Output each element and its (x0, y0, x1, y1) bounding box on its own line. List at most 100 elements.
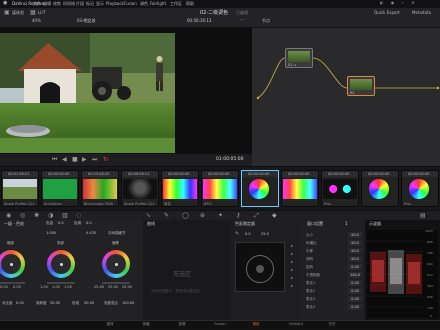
qualifier-value[interactable]: 0.0 (245, 232, 251, 237)
pivot-value[interactable]: 0.435 (86, 231, 96, 236)
gain-value-1[interactable]: 1.00 (40, 285, 48, 290)
clip-01[interactable]: 00:01:58:21 Apple ProRes 422 (1, 170, 39, 207)
skip-back-icon[interactable]: ⏮ (52, 157, 57, 163)
param-value[interactable]: 100.0 (348, 272, 362, 278)
menu-workspace[interactable]: 工作区 (170, 2, 182, 6)
menu-file[interactable]: 文件 (33, 2, 41, 6)
viewer-zoom[interactable]: 40% (32, 19, 41, 23)
page-fairlight[interactable]: Fairlight (282, 322, 310, 326)
page-edit[interactable]: 剪辑 (172, 322, 192, 327)
gain-master-slider[interactable] (47, 282, 75, 284)
lift-puck[interactable] (9, 262, 13, 266)
menu-timeline[interactable]: 时间线 (63, 2, 75, 6)
offset-master-slider[interactable] (102, 282, 130, 284)
lut-label[interactable]: LUT (38, 11, 45, 15)
bottom-value-2[interactable]: 50.00 (50, 301, 60, 306)
clip-08[interactable]: 00:00:00:00 (281, 170, 319, 207)
quick-export-button[interactable]: Quick Export (374, 11, 400, 15)
lift-value-2[interactable]: 0.00 (13, 285, 21, 290)
viewer[interactable] (0, 28, 252, 154)
gain-wheel[interactable] (47, 250, 75, 278)
page-deliver[interactable]: 交付 (322, 322, 342, 327)
clip-04[interactable]: 00:09:06:11 Apple ProRes 422 (121, 170, 159, 207)
curves-icon[interactable]: ∿ (146, 213, 151, 219)
clip-05[interactable]: 00:00:00:00 渐变 (161, 170, 199, 207)
menu-clip[interactable]: 片段 (76, 2, 84, 6)
viewer-options-icon[interactable]: ⋯ (240, 18, 245, 23)
param-value[interactable]: 0.00 (348, 288, 362, 294)
menu-mark[interactable]: 标记 (86, 2, 94, 6)
motion-effects-icon[interactable]: ◌ (76, 213, 81, 219)
color-match-icon[interactable]: ◎ (20, 213, 25, 219)
scopes-icon[interactable]: ▤ (420, 213, 426, 219)
offset-value-3[interactable]: 25.00 (122, 285, 132, 290)
media-pool-icon[interactable]: ▣ (4, 10, 10, 16)
param-value[interactable]: 0.00 (348, 304, 362, 310)
skip-forward-icon[interactable]: ⏭ (92, 157, 97, 163)
menu-fairlight[interactable]: Fairlight (150, 2, 166, 6)
param-value[interactable]: 0.00 (348, 264, 362, 270)
menu-fusion[interactable]: Fusion (124, 2, 137, 6)
menu-trim[interactable]: 修剪 (53, 2, 61, 6)
loop-icon[interactable]: ↻ (103, 157, 108, 163)
hue-chart[interactable] (235, 242, 285, 292)
page-color[interactable]: 调色 (246, 322, 266, 327)
lift-value-1[interactable]: 0.00 (0, 285, 8, 290)
temp-value[interactable]: 0.0 (58, 221, 64, 226)
param-value[interactable]: 50.0 (348, 240, 362, 246)
qualifier-zoom[interactable]: 25.0 (261, 232, 269, 237)
node-editor[interactable]: 01 ▫ 02 (252, 28, 440, 166)
offset-puck[interactable] (114, 262, 118, 266)
lut-icon[interactable]: ▦ (30, 10, 36, 16)
clip-10[interactable]: 00:00:00:00 (361, 170, 399, 207)
clip-07[interactable]: 00:00:00:00 (241, 170, 279, 207)
window-icon[interactable]: ◯ (182, 213, 189, 219)
offset-value-2[interactable]: 25.00 (108, 285, 118, 290)
rgb-mixer-icon[interactable]: ▥ (62, 213, 68, 219)
step-back-icon[interactable]: ◀ (62, 157, 67, 163)
param-value[interactable]: 0.00 (348, 296, 362, 302)
qualifier-side-icons[interactable]: ▸ ▸ ▸ ▸ ▸ ▸ (291, 242, 299, 290)
menu-view[interactable]: 显示 (96, 2, 104, 6)
key-icon[interactable]: ⚷ (236, 213, 240, 219)
clip-09[interactable]: 00:00:00:00 Plus (321, 170, 359, 207)
node-02[interactable]: 02 (347, 76, 375, 96)
tracker-icon[interactable]: ⊕ (200, 213, 205, 219)
param-value[interactable]: 50.0 (348, 248, 362, 254)
hdr-icon[interactable]: ◑ (48, 213, 53, 219)
gain-value-2[interactable]: 1.00 (52, 285, 60, 290)
menu-color[interactable]: 调色 (140, 2, 148, 6)
metadata-button[interactable]: Metadata (412, 11, 431, 15)
color-wheels-icon[interactable]: ✺ (34, 213, 39, 219)
gain-value-3[interactable]: 1.00 (64, 285, 72, 290)
apple-icon[interactable]: ● (3, 1, 7, 6)
clip-02[interactable]: 00:00:00:00 Animation (41, 170, 79, 207)
param-value[interactable]: 0.00 (348, 280, 362, 286)
page-fusion[interactable]: Fusion (208, 322, 232, 326)
tint-value[interactable]: 0.0 (86, 221, 92, 226)
camera-raw-icon[interactable]: ◉ (6, 213, 11, 219)
3d-icon[interactable]: ◆ (272, 213, 277, 219)
menu-edit[interactable]: 编辑 (43, 2, 51, 6)
play-icon[interactable]: ▶ (82, 157, 87, 163)
qualifier-icon[interactable]: ✎ (164, 213, 169, 219)
node-01[interactable]: 01 ▫ (285, 48, 313, 68)
offset-wheel[interactable] (102, 250, 130, 278)
clip-06[interactable]: 00:00:00:00 JPEG (201, 170, 239, 207)
menu-help[interactable]: 帮助 (186, 2, 194, 6)
param-value[interactable]: 50.0 (348, 232, 362, 238)
page-cut[interactable]: 快编 (136, 322, 156, 327)
blur-icon[interactable]: ✦ (218, 213, 223, 219)
sizing-icon[interactable]: ⤢ (254, 213, 259, 219)
page-media[interactable]: 媒体 (100, 322, 120, 327)
lift-wheel[interactable] (0, 250, 25, 278)
clip-11[interactable]: 00:00:00:00 Plus (401, 170, 439, 207)
stop-icon[interactable]: ■ (72, 157, 78, 163)
offset-value-1[interactable]: 25.00 (94, 285, 104, 290)
bottom-value-3[interactable]: 50.00 (84, 301, 94, 306)
bottom-value-4[interactable]: 100.00 (122, 301, 134, 306)
picker-icon[interactable]: ✎ (235, 232, 239, 237)
contrast-value[interactable]: 1.000 (46, 231, 56, 236)
lift-master-slider[interactable] (0, 282, 25, 284)
menu-playback[interactable]: Playback (106, 2, 124, 6)
